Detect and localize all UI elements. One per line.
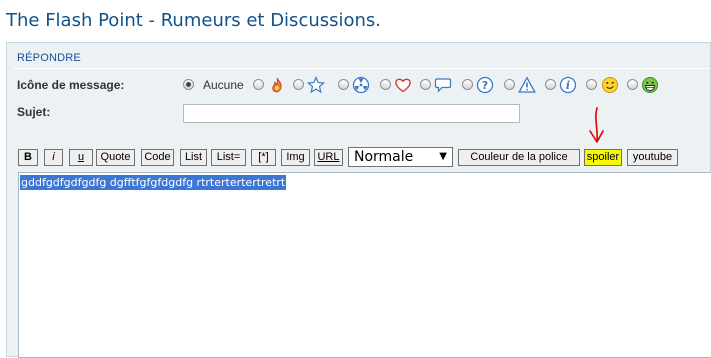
red-arrow-annotation <box>589 107 604 143</box>
